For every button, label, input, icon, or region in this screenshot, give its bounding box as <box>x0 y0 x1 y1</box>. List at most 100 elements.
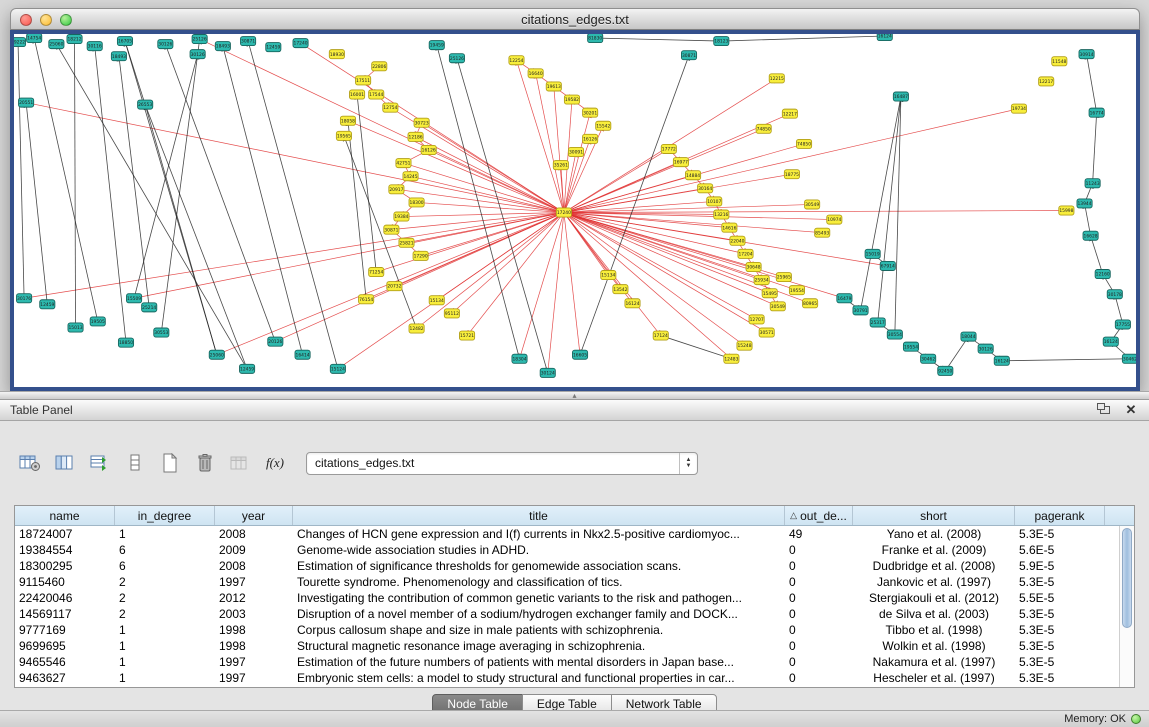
graph-node[interactable] <box>429 296 444 305</box>
column-header-in-degree[interactable]: in_degree <box>115 506 215 525</box>
table-cell[interactable]: 14569117 <box>15 606 115 622</box>
close-window-button[interactable] <box>20 14 32 26</box>
table-row[interactable]: 1938455462009Genome-wide association stu… <box>15 542 1119 558</box>
graph-node[interactable] <box>746 262 761 271</box>
graph-node[interactable] <box>877 34 892 41</box>
table-cell[interactable]: 2 <box>115 606 215 622</box>
graph-node[interactable] <box>707 197 722 206</box>
graph-node[interactable] <box>340 116 355 125</box>
graph-node[interactable] <box>681 51 696 60</box>
table-cell[interactable]: 5.3E-5 <box>1015 670 1105 686</box>
table-cell[interactable]: 49 <box>785 526 853 542</box>
graph-node[interactable] <box>685 171 700 180</box>
table-cell[interactable]: Tibbo et al. (1998) <box>853 622 1015 638</box>
graph-node[interactable] <box>837 294 852 303</box>
function-builder-icon[interactable]: f(x) <box>261 449 289 477</box>
table-cell[interactable]: 5.9E-5 <box>1015 558 1105 574</box>
graph-node[interactable] <box>444 309 459 318</box>
graph-node[interactable] <box>240 364 255 373</box>
graph-node[interactable] <box>893 92 908 101</box>
table-row[interactable]: 946554611997Estimation of the future num… <box>15 654 1119 670</box>
table-cell[interactable]: 0 <box>785 638 853 654</box>
graph-node[interactable] <box>369 267 384 276</box>
graph-node[interactable] <box>553 161 568 170</box>
table-cell[interactable]: 1 <box>115 622 215 638</box>
graph-node[interactable] <box>1079 50 1094 59</box>
graph-node[interactable] <box>90 317 105 326</box>
table-cell[interactable]: Jankovic et al. (1997) <box>853 574 1015 590</box>
graph-node[interactable] <box>268 337 283 346</box>
table-cell[interactable]: 5.5E-5 <box>1015 590 1105 606</box>
graph-node[interactable] <box>409 198 424 207</box>
graph-node[interactable] <box>994 356 1009 365</box>
delete-table-icon[interactable] <box>191 449 219 477</box>
graph-node[interactable] <box>762 289 777 298</box>
graph-node[interactable] <box>1089 108 1104 117</box>
graph-node[interactable] <box>903 342 918 351</box>
graph-node[interactable] <box>111 52 126 61</box>
scrollbar-thumb[interactable] <box>1122 528 1132 628</box>
table-cell[interactable]: 1 <box>115 638 215 654</box>
graph-node[interactable] <box>209 350 224 359</box>
graph-node[interactable] <box>1095 270 1110 279</box>
graph-node[interactable] <box>192 35 207 44</box>
table-row[interactable]: 1456911722003Disruption of a novel membe… <box>15 606 1119 622</box>
table-cell[interactable]: 6 <box>115 542 215 558</box>
graph-node[interactable] <box>396 159 411 168</box>
minimize-window-button[interactable] <box>40 14 52 26</box>
graph-node[interactable] <box>698 184 713 193</box>
graph-node[interactable] <box>938 366 953 375</box>
table-cell[interactable]: 2 <box>115 574 215 590</box>
table-cell[interactable]: Structural magnetic resonance image aver… <box>293 638 785 654</box>
graph-node[interactable] <box>409 324 424 333</box>
graph-node[interactable] <box>714 210 729 219</box>
graph-node[interactable] <box>921 354 936 363</box>
window-titlebar[interactable]: citations_edges.txt <box>10 8 1140 30</box>
table-cell[interactable]: 1997 <box>215 654 293 670</box>
graph-node[interactable] <box>27 34 42 43</box>
graph-node[interactable] <box>1059 206 1074 215</box>
table-cell[interactable]: 5.3E-5 <box>1015 526 1105 542</box>
graph-node[interactable] <box>588 34 603 43</box>
table-cell[interactable]: 19384554 <box>15 542 115 558</box>
graph-node[interactable] <box>408 132 423 141</box>
graph-node[interactable] <box>853 306 868 315</box>
table-cell[interactable]: Hescheler et al. (1997) <box>853 670 1015 686</box>
graph-node[interactable] <box>540 368 555 377</box>
graph-node[interactable] <box>1083 231 1098 240</box>
table-cell[interactable]: 2008 <box>215 526 293 542</box>
table-cell[interactable]: 18300295 <box>15 558 115 574</box>
show-columns-icon[interactable] <box>51 449 79 477</box>
column-header-name[interactable]: name <box>15 506 115 525</box>
graph-node[interactable] <box>1122 354 1136 363</box>
column-header-out-de-[interactable]: △out_de... <box>785 506 853 525</box>
table-cell[interactable]: 9777169 <box>15 622 115 638</box>
table-cell[interactable]: Nakamura et al. (1997) <box>853 654 1015 670</box>
graph-node[interactable] <box>1052 57 1067 66</box>
graph-node[interactable] <box>625 299 640 308</box>
graph-node[interactable] <box>887 330 902 339</box>
graph-node[interactable] <box>870 318 885 327</box>
table-cell[interactable]: Disruption of a novel member of a sodium… <box>293 606 785 622</box>
graph-node[interactable] <box>158 40 173 49</box>
table-cell[interactable]: 0 <box>785 590 853 606</box>
table-row[interactable]: 969969511998Structural magnetic resonanc… <box>15 638 1119 654</box>
table-source-combobox[interactable]: citations_edges.txt ▲▼ <box>306 452 698 475</box>
graph-node[interactable] <box>613 285 628 294</box>
graph-node[interactable] <box>154 328 169 337</box>
graph-node[interactable] <box>17 294 32 303</box>
table-row[interactable]: 946362711997Embryonic stem cells: a mode… <box>15 670 1119 686</box>
graph-node[interactable] <box>87 42 102 51</box>
table-cell[interactable]: Investigating the contribution of common… <box>293 590 785 606</box>
graph-node[interactable] <box>528 69 543 78</box>
table-cell[interactable]: Yano et al. (2008) <box>853 526 1015 542</box>
graph-node[interactable] <box>1077 199 1092 208</box>
create-table-icon[interactable] <box>156 449 184 477</box>
graph-node[interactable] <box>1103 337 1118 346</box>
graph-node[interactable] <box>372 62 387 71</box>
graph-node[interactable] <box>796 139 811 148</box>
graph-node[interactable] <box>1039 77 1054 86</box>
graph-node[interactable] <box>127 294 142 303</box>
graph-node[interactable] <box>770 302 785 311</box>
graph-node[interactable] <box>730 236 745 245</box>
